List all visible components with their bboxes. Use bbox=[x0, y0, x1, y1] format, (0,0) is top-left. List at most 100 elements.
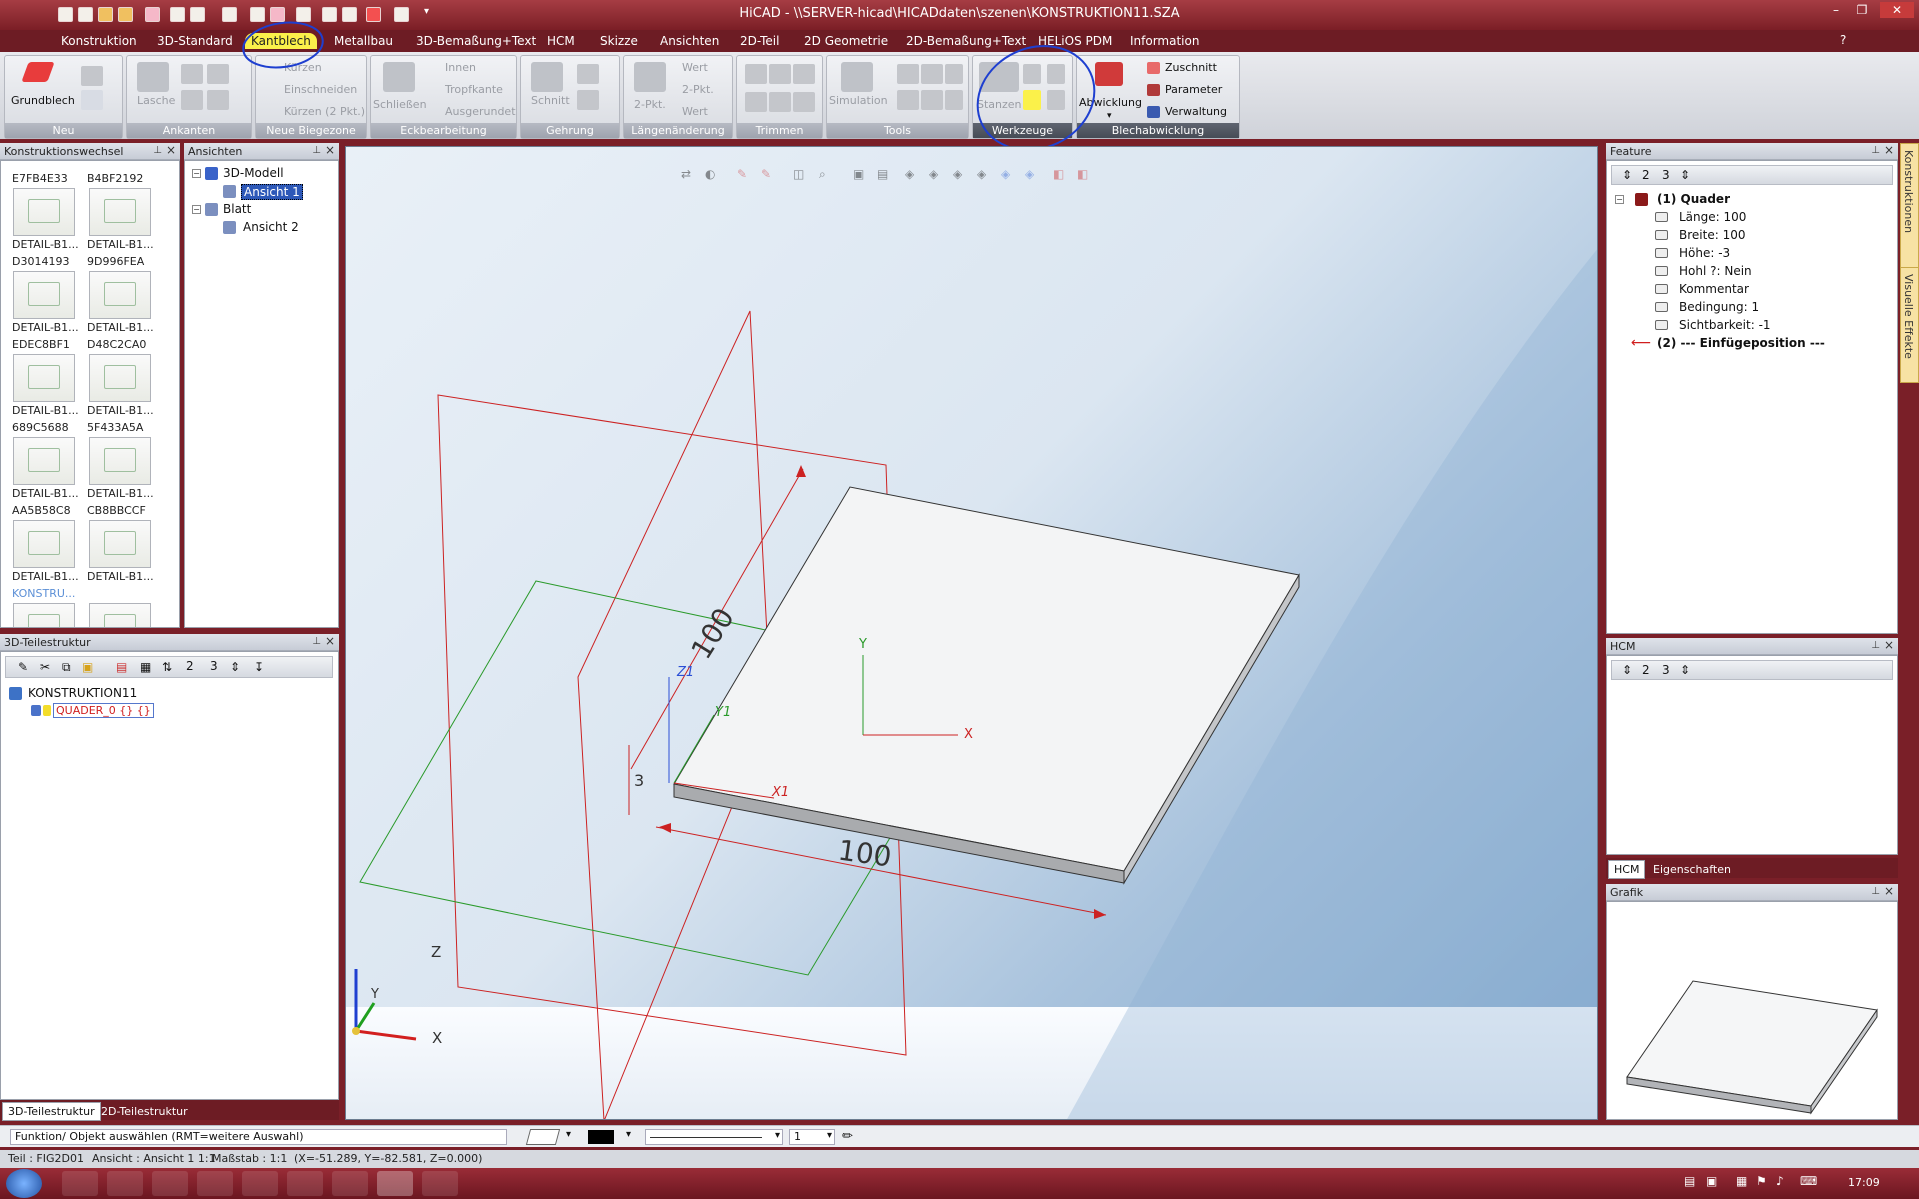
thumbnail[interactable] bbox=[13, 437, 75, 485]
triad-y bbox=[354, 1002, 376, 1032]
level-2-button[interactable]: 2 bbox=[1642, 663, 1650, 677]
tab-hcm-panel[interactable]: HCM bbox=[1608, 860, 1646, 879]
thumbnail[interactable] bbox=[89, 188, 151, 236]
sort-icon[interactable]: ⇅ bbox=[162, 660, 172, 674]
app-icon[interactable] bbox=[332, 1171, 368, 1196]
pin-icon[interactable]: ⊥ bbox=[1871, 145, 1880, 156]
thumb-group-label[interactable]: KONSTRU... bbox=[12, 587, 75, 600]
hcm-header: HCM ⊥ × bbox=[1606, 638, 1898, 655]
feature-param[interactable]: Sichtbarkeit: -1 bbox=[1679, 318, 1771, 332]
command-prompt[interactable]: Funktion/ Objekt auswählen (RMT=weitere … bbox=[10, 1129, 507, 1145]
pin-icon[interactable]: ⊥ bbox=[312, 636, 321, 647]
flag-icon[interactable]: ⚑ bbox=[1756, 1174, 1767, 1188]
collapse-icon[interactable]: − bbox=[192, 169, 201, 178]
structure-icon[interactable]: ▦ bbox=[140, 660, 151, 674]
chevron-down-icon[interactable]: ▾ bbox=[775, 1130, 780, 1141]
level-3-button[interactable]: 3 bbox=[1662, 168, 1670, 182]
explorer-icon[interactable] bbox=[107, 1171, 143, 1196]
app-icon[interactable] bbox=[422, 1171, 458, 1196]
plane-icon[interactable] bbox=[525, 1129, 561, 1145]
close-icon[interactable]: × bbox=[1884, 884, 1894, 898]
expand-icon[interactable]: ⇕ bbox=[1622, 168, 1632, 182]
tab-eigenschaften[interactable]: Eigenschaften bbox=[1648, 861, 1736, 878]
keyboard-icon[interactable]: ⌨ bbox=[1800, 1174, 1817, 1188]
thumbnail[interactable] bbox=[89, 271, 151, 319]
color-dropdown-icon[interactable]: ▾ bbox=[626, 1129, 631, 1140]
ie-icon[interactable] bbox=[62, 1171, 98, 1196]
tree-item-blatt[interactable]: Blatt bbox=[223, 202, 251, 216]
chevron-down-icon[interactable]: ▾ bbox=[827, 1130, 832, 1141]
delete-icon[interactable]: ▤ bbox=[116, 660, 127, 674]
feature-item-einfuegeposition[interactable]: (2) --- Einfügeposition --- bbox=[1657, 336, 1825, 350]
collapse-all-icon[interactable]: ⇕ bbox=[1680, 168, 1690, 182]
feature-param[interactable]: Kommentar bbox=[1679, 282, 1749, 296]
level-2-button[interactable]: 2 bbox=[1642, 168, 1650, 182]
thumbnail[interactable] bbox=[13, 188, 75, 236]
expand-icon[interactable]: ⇕ bbox=[1622, 663, 1632, 677]
close-icon[interactable]: × bbox=[166, 143, 176, 157]
feature-param[interactable]: Höhe: -3 bbox=[1679, 246, 1730, 260]
thumbnail[interactable] bbox=[13, 520, 75, 568]
grafik-header: Grafik ⊥ × bbox=[1606, 884, 1898, 901]
copy-icon[interactable]: ⧉ bbox=[62, 660, 71, 675]
teilestruktur-panel: ✎ ✂ ⧉ ▣ ▤ ▦ ⇅ 2 3 ⇕ ↧ KONSTRUKTION11 QUA… bbox=[0, 651, 339, 1100]
app-icon[interactable] bbox=[152, 1171, 188, 1196]
param-icon bbox=[1655, 212, 1668, 222]
app-icon[interactable] bbox=[287, 1171, 323, 1196]
thumbnail[interactable] bbox=[13, 603, 75, 627]
pin-icon[interactable]: ⊥ bbox=[1871, 640, 1880, 651]
brush-icon[interactable]: ✏ bbox=[842, 1129, 853, 1144]
collapse-icon[interactable]: − bbox=[192, 205, 201, 214]
linetype-select[interactable]: ▾ bbox=[645, 1129, 783, 1145]
feature-param[interactable]: Breite: 100 bbox=[1679, 228, 1745, 242]
pin-icon[interactable]: ⊥ bbox=[312, 145, 321, 156]
collapse-all-icon[interactable]: ⇕ bbox=[1680, 663, 1690, 677]
close-icon[interactable]: × bbox=[325, 634, 335, 648]
expand-icon[interactable]: ⇕ bbox=[230, 660, 240, 674]
side-tab-visuelle-effekte[interactable]: Visuelle Effekte bbox=[1900, 267, 1919, 383]
tab-3d-teilestruktur[interactable]: 3D-Teilestruktur bbox=[2, 1102, 101, 1121]
thumbnail[interactable] bbox=[89, 354, 151, 402]
tree-item-ansicht-1[interactable]: Ansicht 1 bbox=[241, 184, 303, 200]
edit-icon[interactable]: ✎ bbox=[18, 660, 28, 674]
pin-icon[interactable]: ⊥ bbox=[1871, 886, 1880, 897]
plane-dropdown-icon[interactable]: ▾ bbox=[566, 1129, 571, 1140]
level-3-button[interactable]: 3 bbox=[1662, 663, 1670, 677]
pin-icon[interactable]: ⊥ bbox=[153, 145, 162, 156]
close-icon[interactable]: × bbox=[1884, 143, 1894, 157]
color-swatch[interactable] bbox=[588, 1130, 614, 1144]
cut-icon[interactable]: ✂ bbox=[40, 660, 50, 674]
tree-item-konstruktion11[interactable]: KONSTRUKTION11 bbox=[28, 686, 137, 700]
level-2-button[interactable]: 2 bbox=[186, 659, 194, 673]
thumbnail[interactable] bbox=[89, 437, 151, 485]
level-3-button[interactable]: 3 bbox=[210, 659, 218, 673]
thumbnail[interactable] bbox=[89, 520, 151, 568]
tree-item-ansicht-2[interactable]: Ansicht 2 bbox=[243, 220, 299, 234]
konstruktionswechsel-panel: E7FB4E33 B4BF2192 DETAIL-B1... DETAIL-B1… bbox=[0, 160, 180, 628]
linewidth-select[interactable]: 1 ▾ bbox=[789, 1129, 835, 1145]
feature-param[interactable]: Hohl ?: Nein bbox=[1679, 264, 1752, 278]
3d-viewport[interactable]: ⇄ ◐ ✎ ✎ ◫ ⌕ ▣ ▤ ◈ ◈ ◈ ◈ ◈ ◈ ◧ ◧ 100 100 … bbox=[345, 146, 1598, 1120]
thumbnail[interactable] bbox=[89, 603, 151, 627]
app-icon[interactable] bbox=[242, 1171, 278, 1196]
feature-param[interactable]: Bedingung: 1 bbox=[1679, 300, 1759, 314]
close-icon[interactable]: × bbox=[325, 143, 335, 157]
thumbnail[interactable] bbox=[13, 271, 75, 319]
speaker-icon[interactable]: ♪ bbox=[1776, 1174, 1784, 1188]
feature-param[interactable]: Länge: 100 bbox=[1679, 210, 1746, 224]
tree-item-quader[interactable]: QUADER_0 {} {} bbox=[53, 703, 154, 718]
tray-icon[interactable]: ▣ bbox=[1706, 1174, 1717, 1188]
start-button[interactable] bbox=[6, 1169, 42, 1198]
close-icon[interactable]: × bbox=[1884, 638, 1894, 652]
app-icon[interactable] bbox=[197, 1171, 233, 1196]
sort-az-icon[interactable]: ↧ bbox=[254, 660, 264, 674]
tray-icon[interactable]: ▤ bbox=[1684, 1174, 1695, 1188]
paste-icon[interactable]: ▣ bbox=[82, 660, 93, 674]
hicad-taskbar-icon[interactable] bbox=[377, 1171, 413, 1196]
collapse-icon[interactable]: − bbox=[1615, 195, 1624, 204]
tree-item-3d-modell[interactable]: 3D-Modell bbox=[223, 166, 284, 180]
network-icon[interactable]: ▦ bbox=[1736, 1174, 1747, 1188]
thumbnail[interactable] bbox=[13, 354, 75, 402]
feature-item-quader[interactable]: (1) Quader bbox=[1657, 192, 1730, 206]
tab-2d-teilestruktur[interactable]: 2D-Teilestruktur bbox=[96, 1103, 193, 1120]
